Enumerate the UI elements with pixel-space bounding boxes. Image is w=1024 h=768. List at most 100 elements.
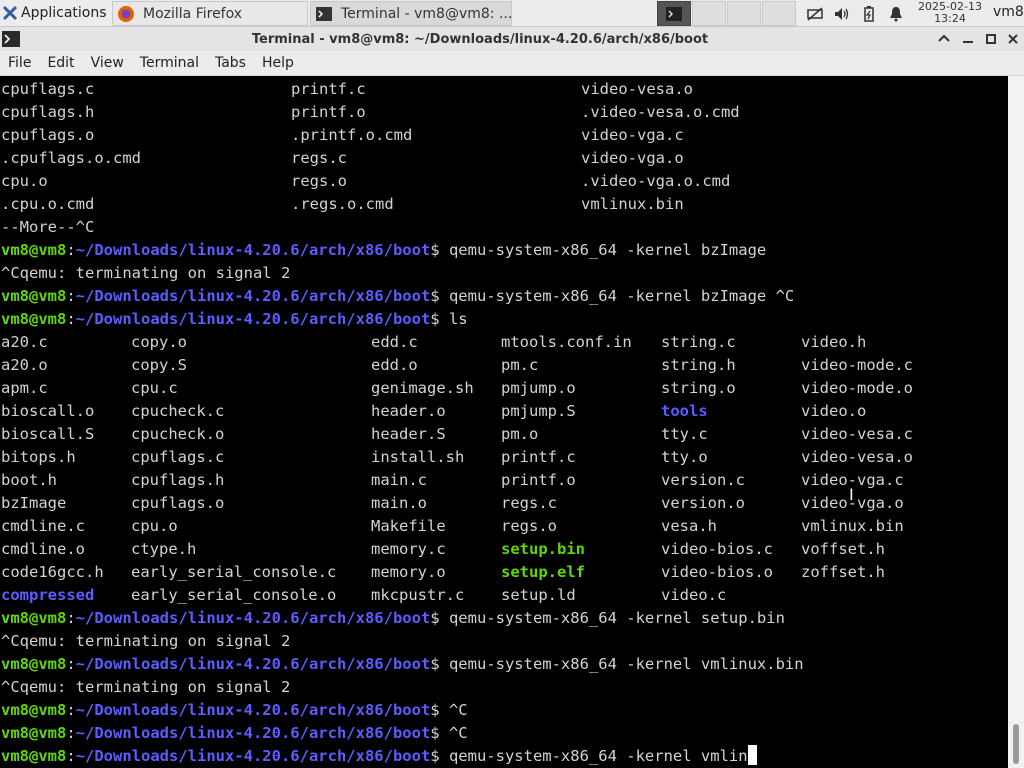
firefox-icon bbox=[118, 5, 134, 22]
file-entry: apm.c bbox=[1, 379, 48, 397]
top-panel: Applications Mozilla Firefox Terminal - … bbox=[0, 0, 1024, 27]
file-entry: bioscall.S bbox=[1, 425, 95, 443]
file-entry: header.o bbox=[371, 402, 446, 420]
prompt-separator: : bbox=[66, 609, 76, 627]
menu-terminal[interactable]: Terminal bbox=[132, 55, 207, 71]
file-entry: .cpu.o.cmd bbox=[1, 195, 95, 213]
prompt-line: vm8@vm8:~/Downloads/linux-4.20.6/arch/x8… bbox=[1, 285, 794, 308]
taskbar-firefox[interactable]: Mozilla Firefox bbox=[112, 1, 308, 26]
window-maximize-button[interactable] bbox=[983, 31, 999, 47]
file-entry: setup.elf bbox=[501, 563, 585, 581]
prompt-line: vm8@vm8:~/Downloads/linux-4.20.6/arch/x8… bbox=[1, 607, 785, 630]
prompt-symbol: $ bbox=[430, 655, 449, 673]
file-entry: code16gcc.h bbox=[1, 563, 104, 581]
output-line: ^Cqemu: terminating on signal 2 bbox=[1, 630, 290, 653]
workspace-switcher bbox=[657, 0, 797, 27]
terminal-scrollbar[interactable] bbox=[1008, 76, 1024, 768]
window-minimize-button[interactable] bbox=[960, 31, 976, 47]
file-entry: printf.c bbox=[291, 80, 366, 98]
close-icon bbox=[1008, 34, 1018, 44]
file-entry: regs.o bbox=[501, 517, 557, 535]
menu-help[interactable]: Help bbox=[254, 55, 302, 71]
file-entry: string.h bbox=[661, 356, 736, 374]
command-text: qemu-system-x86_64 -kernel setup.bin bbox=[448, 609, 785, 627]
applications-label: Applications bbox=[21, 5, 107, 21]
window-titlebar[interactable]: Terminal - vm8@vm8: ~/Downloads/linux-4.… bbox=[0, 27, 1024, 51]
file-entry: cpucheck.c bbox=[131, 402, 225, 420]
menu-file[interactable]: File bbox=[0, 55, 39, 71]
workspace-2[interactable] bbox=[692, 1, 726, 26]
file-entry: cpuflags.o bbox=[131, 494, 225, 512]
menu-tabs[interactable]: Tabs bbox=[207, 55, 254, 71]
output-line: ^Cqemu: terminating on signal 2 bbox=[1, 262, 290, 285]
prompt-symbol: $ bbox=[430, 701, 449, 719]
file-entry: video-vesa.o bbox=[801, 448, 913, 466]
file-entry: memory.o bbox=[371, 563, 446, 581]
volume-icon[interactable] bbox=[833, 5, 851, 23]
file-entry: string.o bbox=[661, 379, 736, 397]
prompt-path: ~/Downloads/linux-4.20.6/arch/x86/boot bbox=[75, 747, 431, 765]
file-entry: install.sh bbox=[371, 448, 465, 466]
prompt-path: ~/Downloads/linux-4.20.6/arch/x86/boot bbox=[75, 655, 431, 673]
file-entry: pm.o bbox=[501, 425, 539, 443]
taskbar-terminal[interactable]: Terminal - vm8@vm8: ... bbox=[310, 1, 512, 26]
output-text: ^Cqemu: terminating on signal 2 bbox=[1, 632, 291, 650]
file-entry: vmlinux.bin bbox=[801, 517, 904, 535]
file-entry: early_serial_console.c bbox=[131, 563, 337, 581]
command-text: ^C bbox=[448, 701, 468, 719]
prompt-separator: : bbox=[66, 241, 76, 259]
file-entry: bioscall.o bbox=[1, 402, 95, 420]
prompt-line: vm8@vm8:~/Downloads/linux-4.20.6/arch/x8… bbox=[1, 699, 468, 722]
output-text: ^Cqemu: terminating on signal 2 bbox=[1, 678, 291, 696]
workspace-3[interactable] bbox=[727, 1, 761, 26]
file-entry: cpuflags.c bbox=[131, 448, 225, 466]
menu-edit[interactable]: Edit bbox=[39, 55, 82, 71]
prompt-user: vm8@vm8 bbox=[1, 609, 67, 627]
file-entry: a20.c bbox=[1, 333, 48, 351]
command-text: ^C bbox=[448, 724, 468, 742]
file-entry: video-mode.c bbox=[801, 356, 913, 374]
window-shade-button[interactable] bbox=[936, 31, 952, 47]
workspace-4[interactable] bbox=[762, 1, 796, 26]
menu-view[interactable]: View bbox=[83, 55, 132, 71]
command-text: qemu-system-x86_64 -kernel vmlin bbox=[448, 747, 748, 765]
user-menu[interactable]: vm8 bbox=[993, 4, 1024, 20]
network-icon[interactable] bbox=[806, 5, 824, 23]
command-text: ls bbox=[448, 310, 468, 328]
prompt-separator: : bbox=[66, 655, 76, 673]
prompt-separator: : bbox=[66, 724, 76, 742]
file-entry: main.c bbox=[371, 471, 427, 489]
file-entry: copy.S bbox=[131, 356, 187, 374]
file-entry: video-vga.o bbox=[581, 149, 684, 167]
file-entry: a20.o bbox=[1, 356, 48, 374]
file-entry: cmdline.o bbox=[1, 540, 85, 558]
file-entry: cpuflags.c bbox=[1, 80, 95, 98]
applications-menu[interactable]: Applications bbox=[0, 0, 108, 27]
notification-bell-icon[interactable] bbox=[887, 5, 905, 23]
file-entry: video-vesa.o bbox=[581, 80, 693, 98]
prompt-path: ~/Downloads/linux-4.20.6/arch/x86/boot bbox=[75, 287, 431, 305]
terminal-icon bbox=[316, 6, 332, 21]
clock[interactable]: 2025-02-13 13:24 bbox=[916, 1, 984, 25]
command-text: qemu-system-x86_64 -kernel bzImage ^C bbox=[448, 287, 795, 305]
window-close-button[interactable] bbox=[1005, 31, 1021, 47]
scrollbar-thumb[interactable] bbox=[1013, 724, 1019, 764]
minimize-icon bbox=[963, 41, 973, 43]
file-entry: video-mode.o bbox=[801, 379, 913, 397]
file-entry: ctype.h bbox=[131, 540, 197, 558]
file-entry: pmjump.o bbox=[501, 379, 576, 397]
file-entry: mtools.conf.in bbox=[501, 333, 632, 351]
battery-icon[interactable] bbox=[860, 5, 878, 23]
file-entry: video-vesa.c bbox=[801, 425, 913, 443]
file-entry: cpu.o bbox=[1, 172, 48, 190]
workspace-1[interactable] bbox=[657, 1, 691, 26]
prompt-line: vm8@vm8:~/Downloads/linux-4.20.6/arch/x8… bbox=[1, 722, 468, 745]
file-entry: cpuflags.h bbox=[131, 471, 225, 489]
file-entry: cpu.o bbox=[131, 517, 178, 535]
terminal-output[interactable]: cpuflags.c printf.c video-vesa.o cpuflags.h… bbox=[0, 76, 1008, 768]
prompt-separator: : bbox=[66, 310, 76, 328]
file-entry: copy.o bbox=[131, 333, 187, 351]
file-entry: .video-vesa.o.cmd bbox=[581, 103, 740, 121]
file-entry: printf.o bbox=[291, 103, 366, 121]
file-entry: edd.c bbox=[371, 333, 418, 351]
